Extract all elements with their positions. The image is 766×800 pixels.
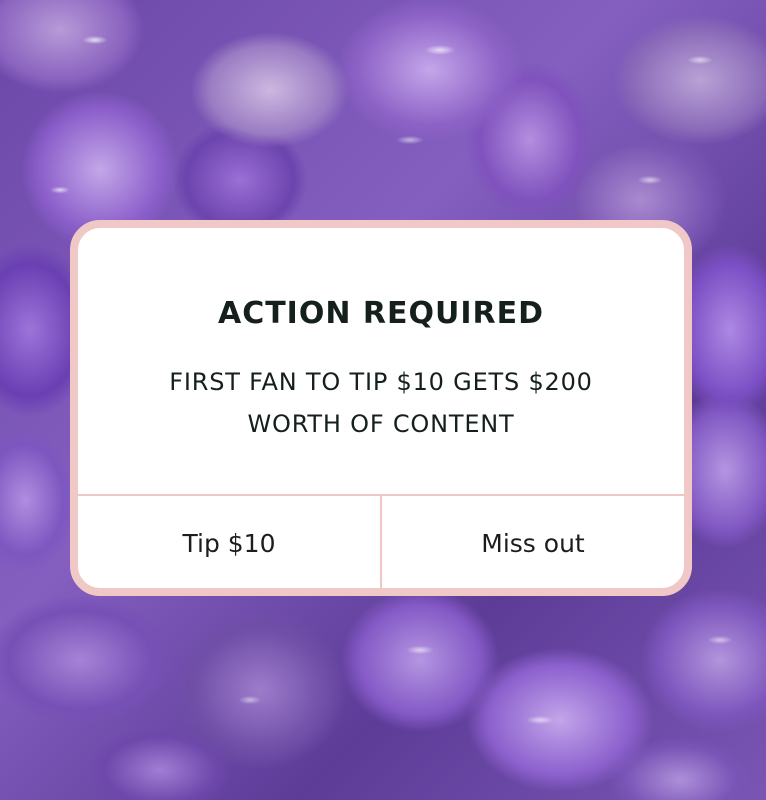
dialog-actions: Tip $10 Miss out <box>78 494 684 588</box>
dialog-body: ACTION REQUIRED FIRST FAN TO TIP $10 GET… <box>78 228 684 494</box>
miss-out-button[interactable]: Miss out <box>382 496 684 588</box>
dialog-title: ACTION REQUIRED <box>217 296 545 331</box>
screen: ACTION REQUIRED FIRST FAN TO TIP $10 GET… <box>0 0 766 800</box>
dialog-message: FIRST FAN TO TIP $10 GETS $200 WORTH OF … <box>108 361 654 445</box>
dialog-message-line-2: WORTH OF CONTENT <box>247 410 515 438</box>
dialog-message-line-1: FIRST FAN TO TIP $10 GETS $200 <box>169 368 593 396</box>
tip-10-button[interactable]: Tip $10 <box>78 496 382 588</box>
action-required-dialog: ACTION REQUIRED FIRST FAN TO TIP $10 GET… <box>70 220 692 596</box>
